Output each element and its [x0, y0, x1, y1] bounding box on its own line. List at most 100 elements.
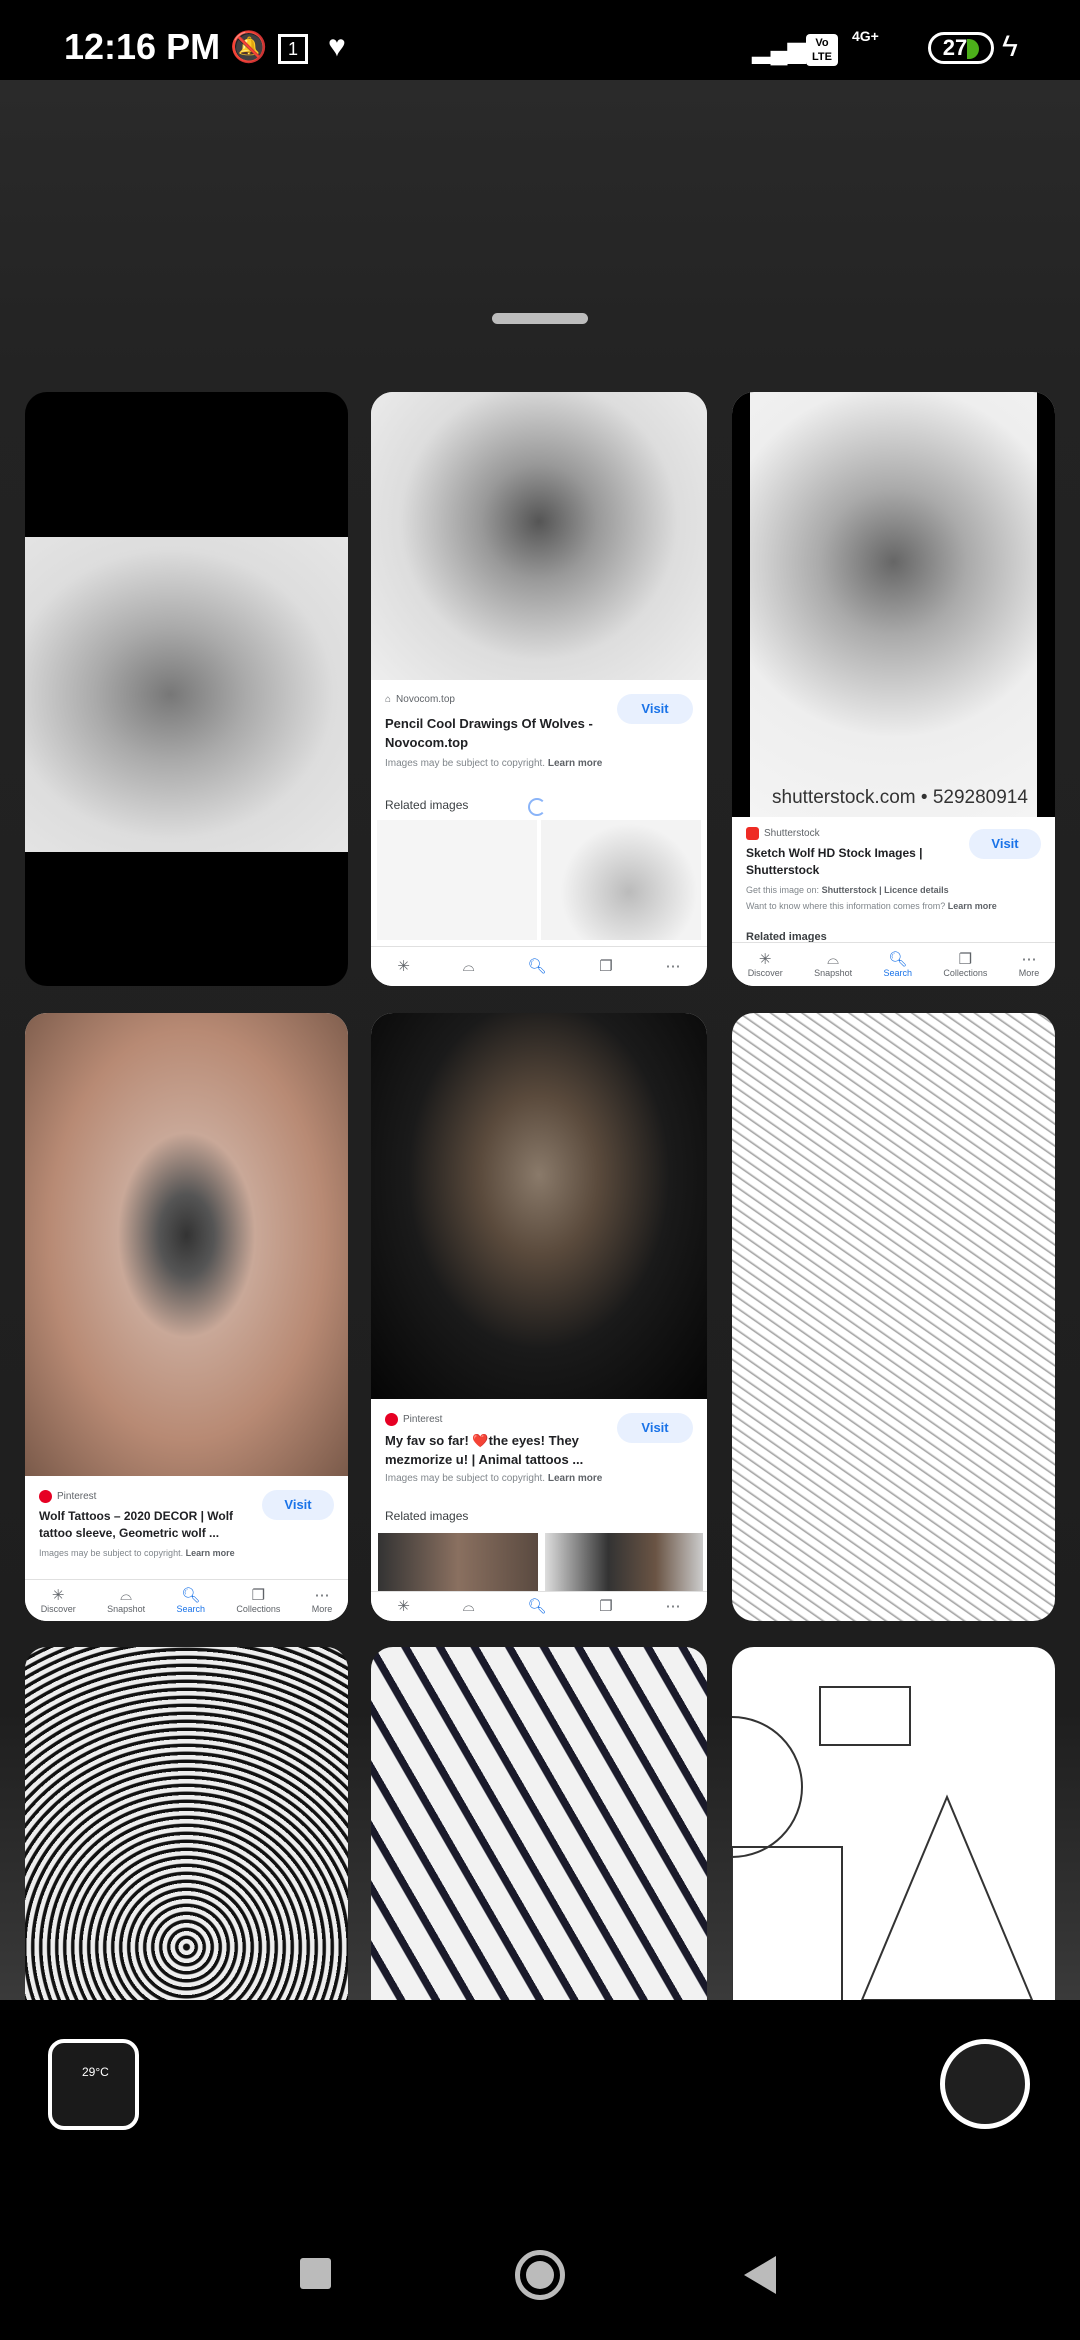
feather-drawings-image[interactable] [371, 1647, 707, 2000]
more-icon: ⋯ [665, 1597, 681, 1615]
source-label: Pinterest [403, 1414, 443, 1425]
thumbnail-temp: 29°C [82, 2065, 109, 2079]
geometric-face-sketch-image[interactable] [732, 1013, 1055, 1621]
op-art-pattern-image[interactable] [25, 1647, 348, 2000]
result-card-detail[interactable]: ⌂ Novocom.top Pencil Cool Drawings Of Wol… [371, 392, 707, 986]
more-tab[interactable]: ⋯ [665, 957, 681, 975]
shutterstock-logo-icon [746, 827, 759, 840]
result-title[interactable]: Pencil Cool Drawings Of Wolves - Novocom… [385, 714, 605, 752]
shutter-button[interactable] [940, 2039, 1030, 2129]
snapshot-tab[interactable]: ⌓ Snapshot [107, 1586, 145, 1614]
snapshot-tab[interactable]: ⌓ Snapshot [814, 950, 852, 978]
copyright-note: Images may be subject to copyright. Lear… [385, 758, 603, 769]
home-icon [526, 2261, 554, 2289]
learn-more-link[interactable]: Learn more [186, 1548, 235, 1558]
snapshot-icon: ⌓ [120, 1586, 133, 1604]
volte-icon: Vo LTE [806, 34, 838, 66]
bottom-nav: ✳ Discover ⌓ Snapshot 🔍︎ Search ❐ Collection… [25, 1579, 348, 1621]
learn-more-link[interactable]: Learn more [948, 901, 997, 911]
related-image[interactable] [378, 1533, 538, 1593]
collections-tab[interactable]: ❐ [599, 1597, 613, 1615]
related-image[interactable] [545, 1533, 703, 1593]
discover-icon: ✳ [758, 950, 772, 968]
source-label: Shutterstock [764, 828, 820, 839]
loading-spinner [528, 798, 546, 816]
battery-icon: 27 [928, 32, 994, 64]
gallery-thumbnail[interactable]: 29°C [48, 2039, 139, 2130]
more-tab[interactable]: ⋯ More [1019, 950, 1040, 978]
search-icon: 🔍︎ [888, 950, 908, 968]
clock: 12:16 PM [64, 26, 221, 67]
result-card-detail[interactable]: Pinterest Wolf Tattoos – 2020 DECOR | Wo… [25, 1013, 348, 1621]
result-title[interactable]: Sketch Wolf HD Stock Images | Shuttersto… [746, 845, 946, 879]
charging-icon: ϟ [1002, 30, 1018, 63]
visit-button[interactable]: Visit [262, 1490, 334, 1520]
collections-icon: ❐ [599, 1597, 613, 1615]
learn-more-link[interactable]: Learn more [548, 1473, 602, 1484]
search-tab[interactable]: 🔍︎ Search [883, 950, 912, 978]
watermark: shutterstock.com • 529280914 [772, 787, 1028, 808]
pinterest-logo-icon [39, 1490, 52, 1503]
snapshot-icon: ⌓ [462, 957, 475, 975]
geometric-shapes-sketch-image[interactable] [732, 1647, 1055, 2000]
result-card[interactable] [25, 392, 348, 986]
snapshot-icon: ⌓ [462, 1597, 475, 1615]
result-card-detail[interactable]: Pinterest My fav so far! ❤️the eyes! The… [371, 1013, 707, 1621]
snapshot-tab[interactable]: ⌓ [462, 1597, 475, 1615]
bell-off-icon: 🔕 [230, 31, 268, 64]
collections-tab[interactable]: ❐ Collections [943, 950, 987, 978]
discover-icon: ✳ [397, 957, 410, 975]
pinterest-logo-icon [385, 1413, 398, 1426]
more-tab[interactable]: ⋯ More [312, 1586, 333, 1614]
discover-icon: ✳ [397, 1597, 410, 1615]
calendar-icon: 1 [278, 34, 308, 64]
more-icon: ⋯ [314, 1586, 330, 1604]
heart-check-icon: ♥ [328, 30, 346, 63]
visit-button[interactable]: Visit [969, 829, 1041, 859]
bottom-nav: ✳ Discover ⌓ Snapshot 🔍︎ Search ❐ Collection… [732, 942, 1055, 986]
howling-wolf-image [750, 392, 1037, 817]
result-card-detail[interactable]: shutterstock.com • 529280914 Shutterstoc… [732, 392, 1055, 986]
drag-handle[interactable] [492, 313, 588, 324]
learn-more-link[interactable]: Learn more [548, 758, 602, 769]
discover-tab[interactable]: ✳ Discover [748, 950, 783, 978]
related-image[interactable] [377, 820, 537, 940]
search-icon: 🔍︎ [527, 957, 547, 975]
bottom-nav: ✳ ⌓ 🔍︎ ❐ ⋯ [371, 946, 707, 986]
collections-icon: ❐ [958, 950, 973, 968]
discover-tab[interactable]: ✳ [397, 957, 410, 975]
search-tab[interactable]: 🔍︎ [527, 1598, 546, 1615]
battery-level: 27 [942, 35, 968, 60]
related-image[interactable] [541, 820, 701, 940]
collections-icon: ❐ [599, 957, 613, 975]
snapshot-tab[interactable]: ⌓ [462, 957, 475, 975]
recents-button[interactable] [300, 2258, 331, 2289]
source-label: Novocom.top [396, 694, 455, 705]
collections-icon: ❐ [251, 1586, 266, 1604]
shapes-drawing [732, 1686, 1034, 2000]
visit-button[interactable]: Visit [617, 1413, 693, 1443]
more-tab[interactable]: ⋯ [665, 1597, 681, 1615]
more-icon: ⋯ [665, 957, 681, 975]
search-icon: 🔍︎ [181, 1586, 201, 1604]
collections-tab[interactable]: ❐ [599, 957, 613, 975]
licence-link[interactable]: Shutterstock | Licence details [822, 885, 949, 895]
wolf-sleeve-tattoo-image [371, 1013, 707, 1399]
search-tab[interactable]: 🔍︎ [527, 957, 547, 975]
home-icon: ⌂ [385, 694, 392, 705]
result-title[interactable]: Wolf Tattoos – 2020 DECOR | Wolf tattoo … [39, 1508, 249, 1542]
discover-tab[interactable]: ✳ Discover [41, 1587, 76, 1614]
bottom-nav: ✳ ⌓ 🔍︎ ❐ ⋯ [371, 1591, 707, 1621]
home-button[interactable] [515, 2250, 565, 2300]
result-title[interactable]: My fav so far! ❤️the eyes! They mezmoriz… [385, 1431, 605, 1469]
visit-button[interactable]: Visit [617, 694, 693, 724]
more-icon: ⋯ [1021, 950, 1037, 968]
discover-tab[interactable]: ✳ [397, 1597, 410, 1615]
signal-icon: ▂▄▆ [752, 37, 806, 64]
collections-tab[interactable]: ❐ Collections [236, 1586, 280, 1614]
back-button[interactable] [744, 2256, 776, 2294]
search-tab[interactable]: 🔍︎ Search [176, 1586, 205, 1614]
status-bar: 12:16 PM 🔕 1 ♥ ▂▄▆ Vo LTE 4G+ 27 ϟ [0, 0, 1080, 80]
snapshot-icon: ⌓ [827, 950, 840, 968]
source-label: Pinterest [57, 1491, 97, 1502]
